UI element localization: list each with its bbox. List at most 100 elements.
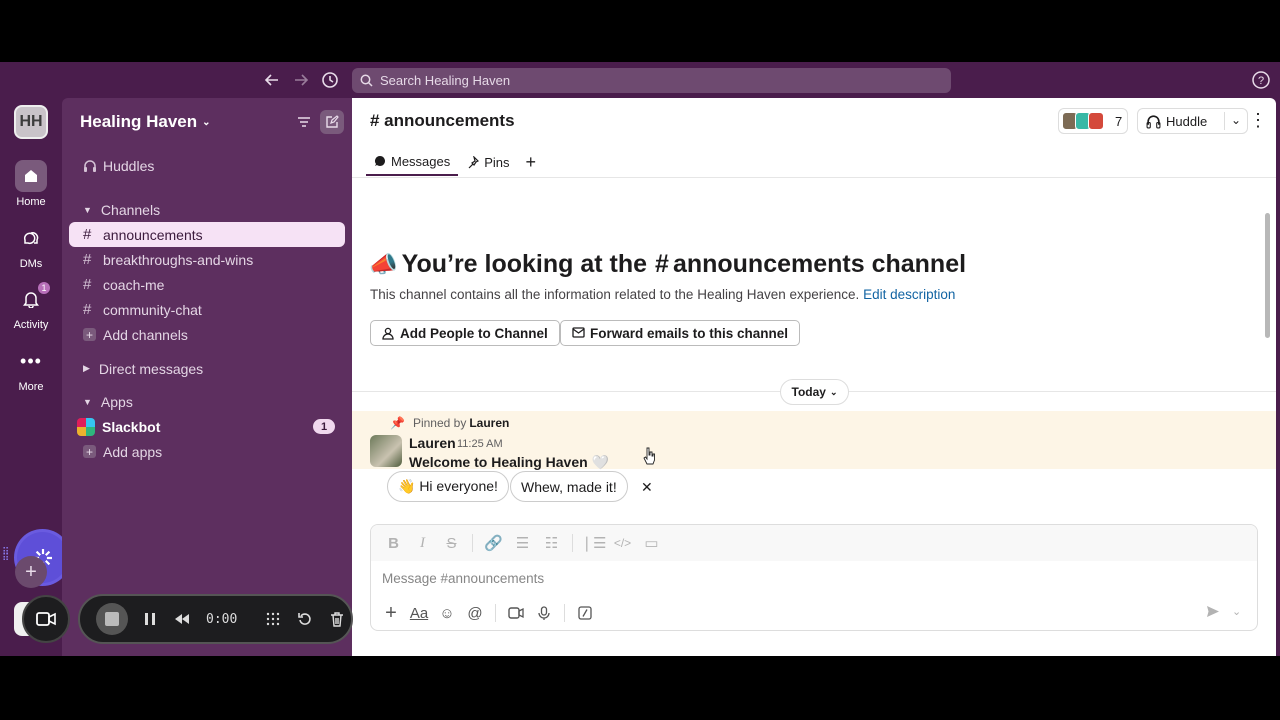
send-button[interactable]: ⌄	[1206, 605, 1241, 618]
workspace-avatar[interactable]: HH	[14, 105, 48, 139]
sidebar-item-label: breakthroughs-and-wins	[103, 251, 254, 268]
sidebar-section-label: Apps	[100, 393, 133, 410]
scrollbar[interactable]	[1265, 213, 1270, 338]
pause-icon[interactable]	[140, 612, 160, 626]
intro-title-text: You’re looking at the	[401, 250, 648, 278]
rail-item-home[interactable]: Home	[0, 160, 62, 208]
forward-arrow-icon[interactable]	[290, 69, 312, 91]
add-channels-button[interactable]: + Add channels	[69, 322, 345, 347]
sidebar-section-apps[interactable]: ▼ Apps	[69, 389, 345, 414]
blockquote-icon[interactable]: ❘☰	[579, 532, 608, 554]
sidebar-item-huddles[interactable]: Huddles	[69, 153, 345, 178]
rail-item-dms[interactable]: DMs	[0, 222, 62, 270]
huddle-button[interactable]: Huddle ⌄	[1137, 108, 1248, 134]
pinned-indicator: 📌 Pinned by Lauren	[390, 416, 509, 430]
caret-down-icon: ▼	[83, 396, 92, 407]
sidebar-item-breakthroughs-and-wins[interactable]: # breakthroughs-and-wins	[69, 247, 345, 272]
back-arrow-icon[interactable]	[261, 69, 283, 91]
add-apps-button[interactable]: + Add apps	[69, 439, 345, 464]
edit-description-link[interactable]: Edit description	[863, 287, 955, 302]
code-block-icon[interactable]: ▭	[637, 532, 666, 554]
restart-icon[interactable]	[295, 612, 315, 626]
hand-cursor-icon	[643, 447, 655, 465]
microphone-icon[interactable]	[530, 601, 558, 625]
slackbot-icon	[77, 417, 95, 436]
search-icon	[360, 74, 373, 87]
code-icon[interactable]: </>	[608, 532, 637, 554]
link-icon[interactable]: 🔗	[479, 532, 508, 554]
composer-actions: + Aa ☺ @	[377, 601, 599, 625]
italic-icon[interactable]: I	[408, 532, 437, 554]
suggestion-chip-hi-everyone[interactable]: 👋 Hi everyone!	[387, 471, 509, 502]
filter-icon[interactable]	[292, 110, 316, 134]
pinned-message[interactable]: 📌 Pinned by Lauren Lauren 11:25 AM Welco…	[352, 411, 1276, 470]
stop-recording-button[interactable]	[96, 603, 128, 635]
emoji-icon[interactable]: ☺	[433, 601, 461, 625]
sidebar-label-huddles: Huddles	[103, 157, 155, 174]
activity-badge: 1	[37, 281, 51, 295]
forward-emails-button[interactable]: Forward emails to this channel	[560, 320, 801, 346]
add-workspace-plus-icon[interactable]: +	[15, 556, 47, 588]
mention-icon[interactable]: @	[461, 601, 489, 625]
rail-item-more[interactable]: ••• More	[0, 345, 62, 394]
sidebar-item-community-chat[interactable]: # community-chat	[69, 297, 345, 322]
numbered-list-icon[interactable]: ☰	[508, 532, 537, 554]
svg-text:?: ?	[1258, 75, 1264, 87]
sidebar-item-slackbot[interactable]: Slackbot 1	[69, 414, 345, 439]
bold-icon[interactable]: B	[379, 532, 408, 554]
chevron-down-icon: ⌄	[202, 116, 211, 128]
message-timestamp[interactable]: 11:25 AM	[457, 438, 503, 450]
rewind-icon[interactable]	[172, 613, 192, 625]
channel-view: # announcements 7 Huddle ⌄ ⋮ Messages Pi…	[352, 98, 1276, 656]
trash-icon[interactable]	[327, 611, 347, 627]
workspace-menu[interactable]: Healing Haven ⌄	[80, 112, 211, 132]
tab-pins[interactable]: Pins	[458, 148, 517, 176]
shortcuts-slash-icon[interactable]	[571, 601, 599, 625]
chevron-down-icon[interactable]: ⌄	[1231, 113, 1241, 127]
sidebar-item-label: coach-me	[103, 276, 165, 293]
recording-timer: 0:00	[206, 611, 238, 627]
rail-item-activity[interactable]: 1 Activity	[0, 281, 62, 331]
history-clock-icon[interactable]	[319, 69, 341, 91]
add-tab-plus-icon[interactable]: +	[518, 148, 545, 176]
bell-icon: 1	[15, 281, 51, 315]
compose-icon[interactable]	[320, 110, 344, 134]
strikethrough-icon[interactable]: S	[437, 532, 466, 554]
add-people-button[interactable]: Add People to Channel	[370, 320, 560, 346]
sidebar-item-announcements[interactable]: # announcements	[69, 222, 345, 247]
member-list-button[interactable]: 7	[1058, 108, 1128, 134]
date-jump-button[interactable]: Today ⌄	[780, 379, 849, 405]
camera-toggle-button[interactable]	[22, 595, 70, 643]
send-options-chevron-icon[interactable]: ⌄	[1232, 605, 1241, 618]
sidebar-section-channels[interactable]: ▼ Channels	[69, 197, 345, 222]
text-format-icon[interactable]: Aa	[405, 601, 433, 625]
rail-label-more: More	[18, 381, 44, 393]
stop-icon	[105, 612, 119, 626]
tab-messages[interactable]: Messages	[366, 148, 459, 176]
drag-handle-icon[interactable]: ⠿ ⠿	[2, 548, 12, 564]
message-input[interactable]: Message #announcements	[382, 571, 544, 586]
help-icon[interactable]: ?	[1251, 70, 1271, 90]
hash-icon: #	[655, 250, 669, 278]
message-text: Welcome to Healing Haven 🤍	[409, 454, 609, 470]
search-input[interactable]: Search Healing Haven	[352, 68, 951, 93]
video-clip-icon[interactable]	[502, 601, 530, 625]
add-people-label: Add People to Channel	[400, 325, 548, 341]
hash-icon: #	[83, 251, 92, 268]
dismiss-suggestions-close-icon[interactable]: ✕	[641, 479, 653, 496]
message-author[interactable]: Lauren	[409, 435, 456, 451]
bulleted-list-icon[interactable]: ☷	[537, 532, 566, 554]
rail-label-dms: DMs	[19, 258, 43, 270]
huddle-label: Huddle	[1166, 113, 1208, 129]
dms-icon	[15, 222, 47, 254]
kebab-menu-icon[interactable]: ⋮	[1249, 111, 1267, 131]
avatar[interactable]	[370, 435, 402, 467]
sidebar-section-direct-messages[interactable]: ▶ Direct messages	[69, 356, 345, 381]
attach-plus-icon[interactable]: +	[377, 601, 405, 625]
pinned-by-name[interactable]: Lauren	[469, 416, 509, 430]
channel-title[interactable]: # announcements	[370, 111, 515, 131]
email-icon	[572, 327, 585, 338]
sidebar-item-coach-me[interactable]: # coach-me	[69, 272, 345, 297]
grid-dots-icon[interactable]	[263, 612, 283, 626]
suggestion-chip-whew[interactable]: Whew, made it!	[510, 471, 628, 502]
